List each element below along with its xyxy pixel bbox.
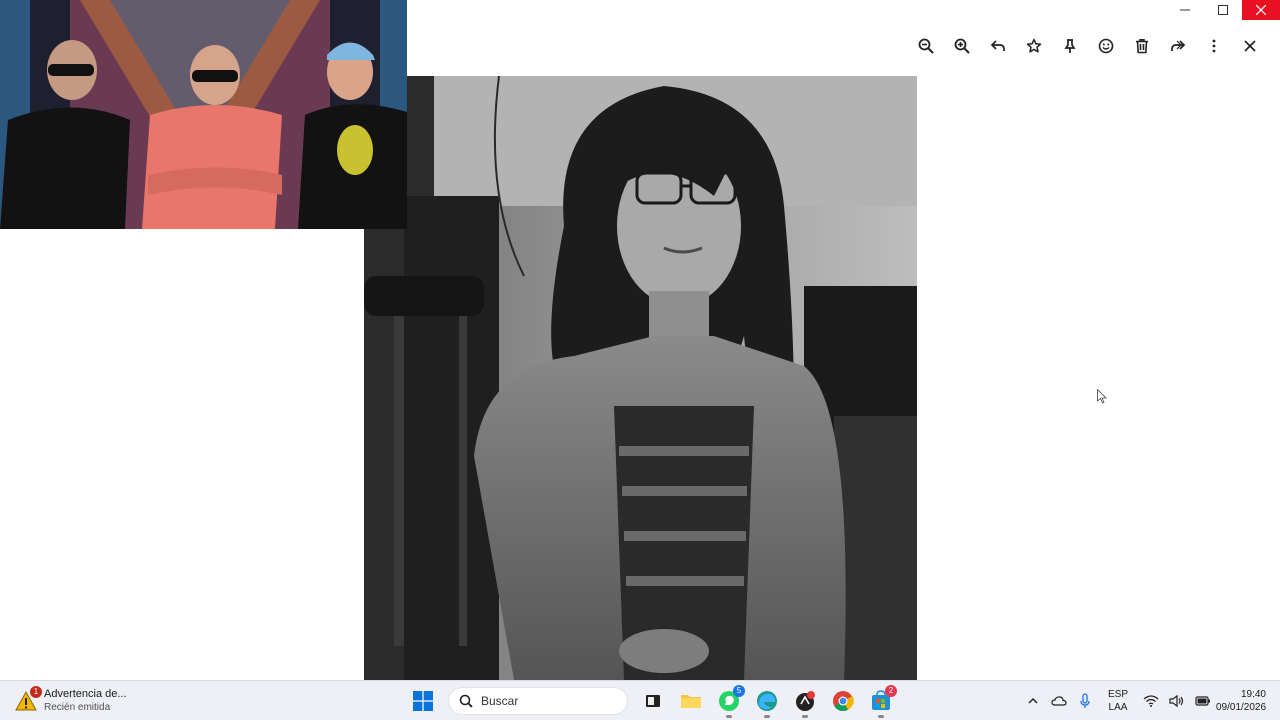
close-icon (1256, 5, 1266, 15)
close-viewer-button[interactable] (1232, 30, 1268, 62)
maximize-button[interactable] (1204, 0, 1242, 20)
minimize-icon (1180, 9, 1190, 11)
volume-tray[interactable] (1164, 681, 1190, 720)
app-red-dot-button[interactable] (789, 685, 821, 718)
forward-icon (1171, 40, 1186, 51)
star-button[interactable] (1016, 30, 1052, 62)
more-icon (1212, 39, 1216, 53)
edge-button[interactable] (751, 685, 783, 718)
notification-badge: 1 (30, 686, 42, 698)
more-options-button[interactable] (1196, 30, 1232, 62)
reply-icon (990, 40, 1005, 51)
viewer-photo[interactable] (364, 76, 917, 680)
wifi-tray[interactable] (1138, 681, 1164, 720)
minimize-button[interactable] (1166, 0, 1204, 20)
clock-date: 09/01/2026 (1216, 702, 1267, 713)
microphone-tray[interactable] (1072, 681, 1098, 720)
emoji-icon (1098, 38, 1114, 54)
clock[interactable]: 19:40 09/01/2026 (1216, 688, 1280, 714)
delete-button[interactable] (1124, 30, 1160, 62)
store-badge: 2 (885, 685, 897, 697)
taskbar: 1 Advertencia de... Recién emitida Busca… (0, 680, 1280, 720)
microphone-icon (1080, 693, 1090, 708)
running-indicator (878, 715, 884, 718)
onedrive-tray[interactable] (1046, 681, 1072, 720)
pin-icon (1064, 39, 1076, 53)
mouse-cursor-icon (1097, 389, 1107, 404)
close-icon (1244, 40, 1256, 52)
viewer-toolbar (908, 30, 1268, 62)
search-icon (459, 694, 473, 708)
folder-icon (681, 695, 701, 708)
notification-toast[interactable]: 1 Advertencia de... Recién emitida (14, 685, 127, 717)
battery-icon (1195, 696, 1210, 706)
running-indicator (726, 715, 732, 718)
clock-time: 19:40 (1240, 689, 1266, 700)
taskbar-apps: Buscar 5 2 (404, 685, 900, 718)
system-tray: ESP LAA 19:40 09/01/2026 (1020, 681, 1280, 720)
task-view-button[interactable] (637, 685, 669, 717)
delete-icon (1136, 39, 1148, 54)
zoom-in-icon (954, 38, 970, 54)
language-indicator[interactable]: ESP LAA (1098, 688, 1138, 714)
chevron-up-icon (1028, 698, 1038, 704)
search-placeholder: Buscar (481, 694, 519, 708)
wifi-icon (1143, 695, 1159, 707)
notification-subtitle: Recién emitida (44, 702, 111, 713)
windows-logo-icon (413, 691, 433, 711)
photo-viewer-window: 1 Advertencia de... Recién emitida Busca… (0, 0, 1280, 720)
star-icon (1026, 38, 1042, 53)
edge-icon (757, 691, 777, 711)
zoom-in-button[interactable] (944, 30, 980, 62)
speaker-icon (1169, 694, 1184, 708)
app-icon (796, 691, 815, 711)
chrome-icon (833, 691, 854, 712)
chrome-button[interactable] (827, 685, 859, 717)
warning-app-icon: 1 (14, 686, 42, 713)
pin-button[interactable] (1052, 30, 1088, 62)
notification-title: Advertencia de... (44, 688, 127, 700)
webcam-overlay (0, 0, 407, 229)
file-explorer-button[interactable] (675, 685, 707, 717)
keyboard-layout: LAA (1108, 702, 1128, 713)
whatsapp-button[interactable]: 5 (713, 685, 745, 718)
language-code: ESP (1107, 689, 1128, 700)
running-indicator (764, 715, 770, 718)
running-indicator (802, 715, 808, 718)
start-button[interactable] (407, 685, 439, 717)
zoom-out-button[interactable] (908, 30, 944, 62)
cloud-icon (1051, 696, 1067, 706)
zoom-out-icon (918, 38, 934, 54)
window-close-button[interactable] (1242, 0, 1280, 20)
store-button[interactable]: 2 (865, 685, 897, 718)
webcam-feed (0, 0, 407, 229)
photo-portrait (364, 76, 917, 680)
whatsapp-badge: 5 (733, 685, 745, 697)
taskbar-search[interactable]: Buscar (448, 687, 628, 715)
reply-button[interactable] (980, 30, 1016, 62)
battery-tray[interactable] (1190, 681, 1216, 720)
task-view-icon (646, 695, 660, 707)
react-button[interactable] (1088, 30, 1124, 62)
maximize-icon (1218, 5, 1228, 15)
forward-button[interactable] (1160, 30, 1196, 62)
show-hidden-icons-button[interactable] (1020, 681, 1046, 720)
